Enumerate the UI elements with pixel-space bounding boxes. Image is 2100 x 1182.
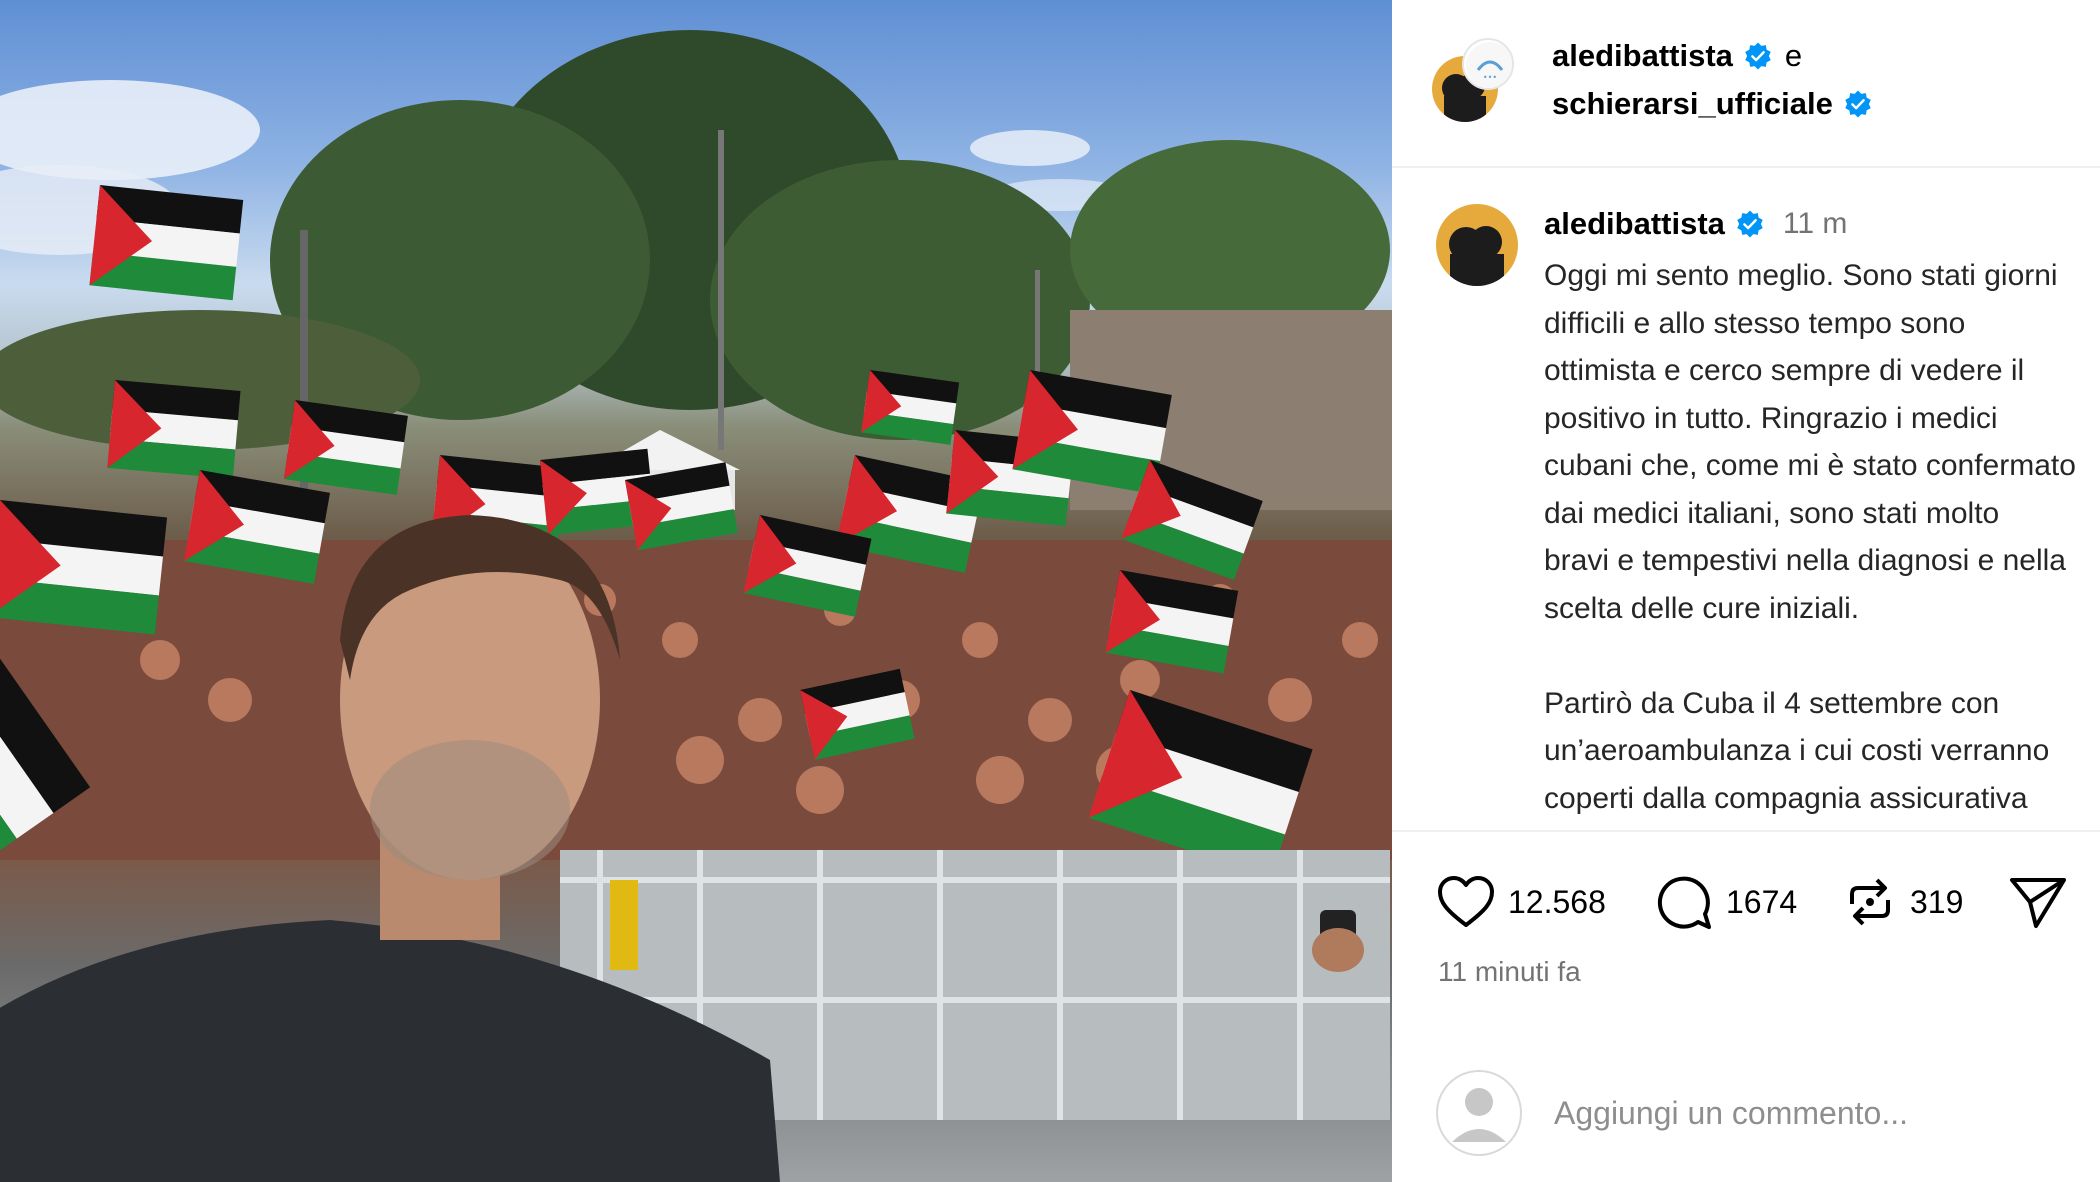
post-caption-area: aledibattista 11 m Oggi mi sento meglio.… [1392,168,2100,830]
send-icon [2010,878,2066,928]
like-button[interactable]: 12.568 [1436,862,1606,942]
repost-count: 319 [1910,883,1964,920]
caption-username-link[interactable]: aledibattista [1544,206,1725,242]
collaborator-avatar[interactable]: ••• [1462,38,1514,90]
collab-line-1: aledibattista e [1552,38,1802,74]
verified-badge-icon [1745,42,1771,70]
post-photo[interactable] [0,0,1392,1182]
repost-button[interactable]: 319 [1842,862,1963,942]
collab-line-2: schierarsi_ufficiale [1552,86,1873,122]
verified-badge-icon [1845,90,1871,118]
like-count: 12.568 [1508,883,1606,920]
caption-header: aledibattista 11 m [1544,206,1847,242]
section-divider [1392,830,2100,832]
comment-composer [1392,1070,2100,1160]
verified-badge-icon [1737,210,1763,238]
comment-input[interactable] [1554,1088,2074,1138]
caption-author-avatar[interactable] [1436,204,1518,286]
repost-icon [1850,878,1890,926]
post-timestamp[interactable]: 11 minuti fa [1438,956,1581,988]
heart-icon [1438,876,1494,927]
post-header: ••• aledibattista e schierarsi_ufficiale [1392,0,2100,168]
action-bar: 12.568 1674 319 [1392,862,2100,942]
svg-text:•••: ••• [1483,73,1497,82]
post-relative-time[interactable]: 11 m [1783,207,1847,241]
username-link[interactable]: aledibattista [1552,38,1733,74]
current-user-avatar[interactable] [1436,1070,1522,1156]
comment-bubble-icon [1657,876,1711,929]
share-button[interactable] [2008,862,2068,942]
caption-text: Oggi mi sento meglio. Sono stati giorni … [1544,259,2076,815]
post-details-panel: ••• aledibattista e schierarsi_ufficiale [1392,0,2100,1182]
comment-button[interactable]: 1674 [1654,862,1797,942]
connector-text: e [1784,38,1803,73]
photo-illustration [0,30,1392,1182]
collaborator-username-link[interactable]: schierarsi_ufficiale [1552,86,1833,122]
comment-count: 1674 [1726,883,1798,920]
